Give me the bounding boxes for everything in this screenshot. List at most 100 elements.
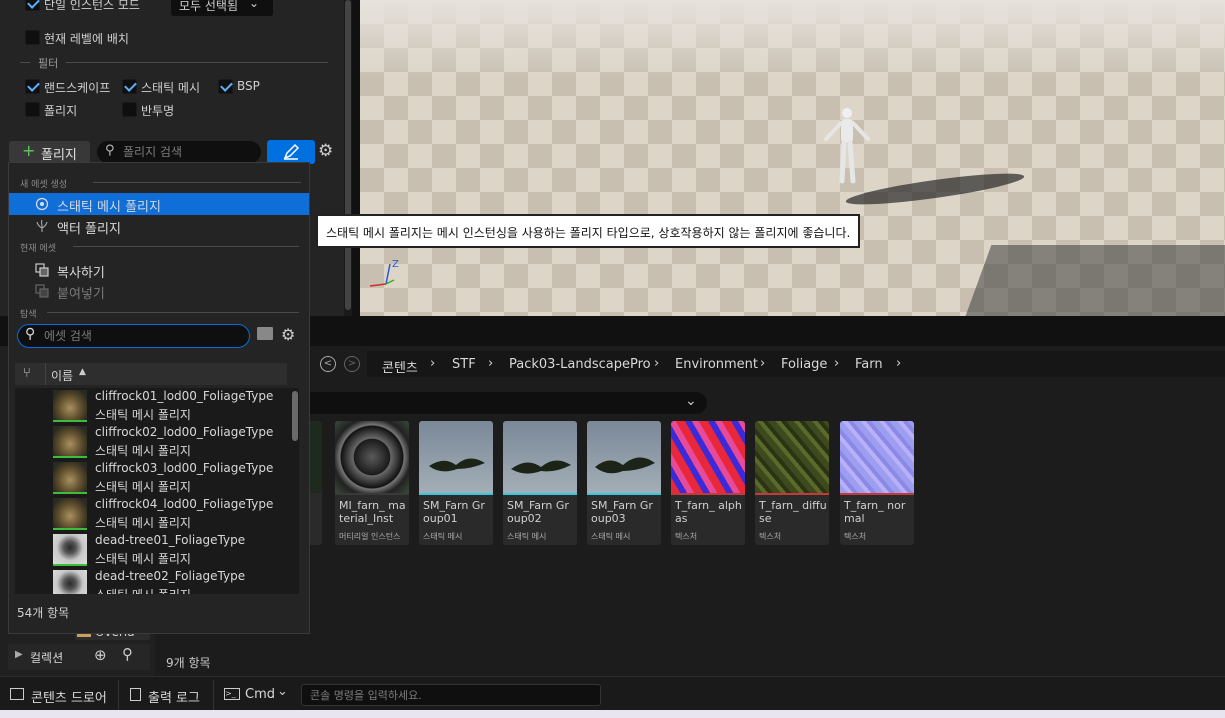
add-foliage-label: 폴리지 [41, 148, 77, 163]
asset-tile[interactable]: T_farn_ normal 텍스처 [840, 421, 914, 545]
list-item[interactable]: dead-tree02_FoliageType 스태틱 메시 폴리지 [15, 568, 299, 594]
cmd-dropdown[interactable]: >_ Cmd ⌄ [220, 681, 296, 709]
chevron-right-icon[interactable]: › [488, 356, 493, 371]
asset-name: cliffrock03_lod00_FoliageType [95, 461, 274, 475]
menu-item-label: 복사하기 [57, 266, 105, 281]
folder-icon[interactable] [257, 327, 273, 340]
search-icon: ⚲ [105, 143, 115, 158]
filter-landscape-checkbox[interactable] [25, 79, 40, 94]
foliage-search-field[interactable]: ⚲ [97, 141, 261, 163]
paint-mode-button[interactable] [267, 140, 315, 164]
filter-bsp-checkbox[interactable] [218, 79, 233, 94]
asset-thumbnail [671, 421, 745, 493]
filter-translucent-checkbox[interactable] [122, 102, 137, 117]
drawer-icon [10, 688, 24, 700]
item-count: 9개 항목 [166, 656, 211, 670]
asset-tile[interactable]: SM_Farn Group01 스태틱 메시 [419, 421, 493, 545]
breadcrumb-foliage[interactable]: Foliage [781, 357, 827, 372]
asset-search-input[interactable] [44, 327, 240, 345]
asset-name: SM_Farn Group02 [507, 499, 569, 525]
output-log-button[interactable]: 출력 로그 [124, 681, 210, 709]
chevron-right-icon[interactable]: › [430, 356, 435, 371]
back-arrow-icon[interactable]: < [320, 356, 336, 372]
chevron-down-icon: ⌄ [249, 0, 260, 10]
search-collections-icon[interactable]: ⚲ [122, 645, 133, 663]
chevron-down-icon: ⌄ [277, 684, 288, 699]
chevron-right-icon[interactable]: › [896, 356, 901, 371]
panel-scrollbar[interactable] [344, 0, 352, 318]
menu-item-actor-foliage[interactable]: 액터 폴리지 [9, 215, 309, 237]
asset-thumbnail [419, 421, 493, 493]
asset-item-count: 54개 항목 [17, 606, 70, 620]
settings-gear-icon[interactable]: ⚙ [318, 141, 333, 161]
branch-icon[interactable]: ⑂ [23, 366, 31, 381]
asset-list[interactable]: cliffrock01_lod00_FoliageType 스태틱 메시 폴리지… [15, 388, 299, 594]
asset-thumbnail [503, 421, 577, 493]
chevron-right-icon[interactable]: › [654, 356, 659, 371]
asset-type: 스태틱 메시 [423, 532, 463, 541]
list-scrollbar[interactable] [291, 389, 299, 593]
asset-tile[interactable]: MI_farn_ material_Inst 머티리얼 인스턴스 [335, 421, 409, 545]
plus-icon: + [22, 141, 36, 160]
paste-icon [35, 284, 49, 298]
asset-type: 스태틱 메시 폴리지 [95, 586, 191, 594]
asset-type: 스태틱 메시 폴리지 [95, 480, 191, 494]
chevron-right-icon[interactable]: › [760, 356, 765, 371]
forward-arrow-icon[interactable]: > [344, 356, 360, 372]
asset-name: cliffrock02_lod00_FoliageType [95, 425, 274, 439]
asset-tile[interactable]: T_farn_ diffuse 텍스처 [755, 421, 829, 545]
console-input[interactable] [302, 685, 600, 705]
static-mesh-icon [35, 197, 49, 211]
collections-bar[interactable]: ▶ 컬렉션 ⊕ ⚲ [8, 644, 150, 670]
menu-item-copy[interactable]: 복사하기 [9, 259, 309, 281]
list-item[interactable]: cliffrock04_lod00_FoliageType 스태틱 메시 폴리지 [15, 496, 299, 532]
single-instance-checkbox[interactable] [25, 0, 40, 11]
breadcrumb-farn[interactable]: Farn [855, 357, 883, 372]
axis-z-label: Z [392, 259, 399, 270]
add-collection-icon[interactable]: ⊕ [94, 646, 107, 664]
add-foliage-button[interactable]: + 폴리지 [9, 141, 90, 163]
breadcrumb-stf[interactable]: STF [452, 357, 476, 372]
menu-item-label: 액터 폴리지 [57, 222, 121, 237]
breadcrumb-pack03[interactable]: Pack03-LandscapePro [509, 357, 651, 372]
asset-search-field[interactable]: ⚲ [17, 324, 250, 348]
menu-item-paste[interactable]: 붙여넣기 [9, 280, 309, 302]
axis-gizmo: Z [369, 259, 399, 287]
asset-type: 머티리얼 인스턴스 [339, 532, 401, 541]
asset-type: 텍스처 [759, 532, 782, 541]
asset-name: MI_farn_ material_Inst [339, 499, 406, 525]
content-drawer-button[interactable]: 콘텐츠 드로어 [4, 681, 114, 709]
asset-tile[interactable]: SM_Farn Group03 스태틱 메시 [587, 421, 661, 545]
filter-static-mesh-checkbox[interactable] [122, 79, 137, 94]
asset-tile[interactable]: T_farn_ alphas 텍스처 [671, 421, 745, 545]
current-asset-header: 현재 에셋 [20, 244, 56, 254]
list-item[interactable]: dead-tree01_FoliageType 스태틱 메시 폴리지 [15, 532, 299, 568]
chevron-right-icon[interactable]: › [834, 356, 839, 371]
select-all-label: 모두 선택됨 [179, 0, 239, 13]
console-field[interactable] [301, 684, 601, 706]
asset-thumbnail [53, 462, 87, 494]
asset-thumbnail [53, 498, 87, 530]
browse-header: 탐색 [20, 310, 37, 320]
breadcrumb-content[interactable]: 콘텐츠 [382, 357, 418, 376]
breadcrumb-environment[interactable]: Environment [675, 357, 758, 372]
place-in-level-checkbox[interactable] [25, 30, 40, 45]
panel-divider[interactable] [352, 0, 360, 318]
list-item[interactable]: cliffrock03_lod00_FoliageType 스태틱 메시 폴리지 [15, 460, 299, 496]
list-item[interactable]: cliffrock01_lod00_FoliageType 스태틱 메시 폴리지 [15, 388, 299, 424]
asset-filter-dropdown[interactable]: ⌄ [280, 392, 707, 414]
select-all-dropdown[interactable]: 모두 선택됨 ⌄ [171, 0, 273, 16]
level-viewport[interactable]: Z [360, 0, 1225, 316]
copy-icon [35, 263, 49, 277]
asset-name: T_farn_ normal [844, 499, 906, 525]
asset-thumbnail [53, 570, 87, 594]
output-log-label: 출력 로그 [148, 691, 200, 706]
asset-type: 텍스처 [675, 532, 698, 541]
column-name-header[interactable]: 이름 [51, 367, 73, 384]
menu-item-static-mesh-foliage[interactable]: 스태틱 메시 폴리지 [9, 193, 309, 215]
foliage-search-input[interactable] [123, 143, 253, 161]
settings-gear-icon[interactable]: ⚙ [281, 325, 295, 344]
list-item[interactable]: cliffrock02_lod00_FoliageType 스태틱 메시 폴리지 [15, 424, 299, 460]
asset-tile[interactable]: SM_Farn Group02 스태틱 메시 [503, 421, 577, 545]
filter-foliage-checkbox[interactable] [25, 102, 40, 117]
